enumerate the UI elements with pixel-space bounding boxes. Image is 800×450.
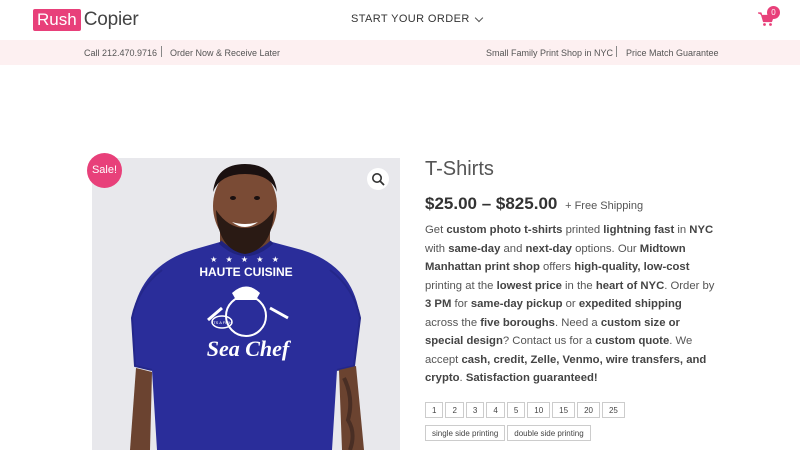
quantity-option-5[interactable]: 5	[506, 402, 526, 418]
description-segment: with	[425, 242, 449, 255]
start-order-menu[interactable]: START YOUR ORDER	[351, 13, 483, 25]
description-segment: NYC	[689, 224, 714, 236]
description-segment: lightning fast	[603, 224, 675, 236]
description-segment: same-day	[448, 242, 501, 255]
phone-link[interactable]: Call 212.470.9716	[84, 48, 157, 58]
divider	[616, 46, 617, 57]
description-segment: in the	[561, 279, 596, 292]
description-segment: Satisfaction guaranteed!	[465, 372, 598, 384]
description-segment: printed	[562, 224, 604, 236]
price-text: $25.00 – $825.00	[425, 194, 558, 213]
quantity-option-10[interactable]: 10	[527, 402, 551, 418]
description-segment: 3 PM	[425, 298, 452, 310]
zoom-button[interactable]	[367, 168, 389, 190]
order-now-text: Order Now & Receive Later	[170, 48, 281, 58]
quantity-option-3[interactable]: 3	[465, 402, 485, 418]
shirt-text-small: ITS A FISH	[212, 320, 232, 325]
quantity-option-2[interactable]: 2	[445, 402, 464, 418]
quantity-option-25[interactable]: 25	[601, 402, 625, 418]
description-segment: five boroughs	[480, 316, 555, 329]
description-segment: . Order by	[664, 279, 715, 292]
product-description: Get custom photo t-shirts printed lightn…	[425, 221, 715, 388]
double-side-option[interactable]: double side printing	[507, 425, 591, 441]
description-segment: heart of NYC	[595, 279, 665, 292]
description-segment: options. Our	[571, 242, 640, 255]
description-segment: offers	[539, 261, 575, 273]
description-segment: custom quote	[595, 335, 670, 347]
description-segment: in	[674, 224, 690, 236]
magnifier-icon	[372, 173, 385, 186]
description-segment: . Need a	[554, 316, 601, 329]
quantity-option-4[interactable]: 4	[486, 402, 505, 418]
description-segment: or	[562, 298, 579, 310]
shirt-text-top: HAUTE CUISINE	[199, 265, 292, 279]
quantity-option-15[interactable]: 15	[552, 402, 576, 418]
price-range: $25.00 – $825.00 + Free Shipping	[425, 194, 643, 214]
description-segment: across the	[425, 316, 481, 329]
logo-text: Copier	[83, 9, 139, 30]
quantity-option-1[interactable]: 1	[425, 402, 444, 418]
description-segment: lowest price	[496, 279, 562, 292]
divider	[161, 46, 162, 57]
description-segment: Get	[425, 224, 447, 236]
logo[interactable]: Rush Copier	[33, 9, 139, 31]
family-shop-text: Small Family Print Shop in NYC	[486, 48, 614, 58]
single-side-option[interactable]: single side printing	[425, 425, 506, 441]
description-segment: high-quality, low-cost	[574, 261, 690, 273]
description-segment: for	[451, 298, 471, 310]
start-order-label: START YOUR ORDER	[351, 13, 470, 25]
info-bar: Call 212.470.9716 Order Now & Receive La…	[0, 40, 800, 65]
description-segment: same-day pickup	[470, 298, 563, 310]
quantity-options: 1 2 3 4 5 10 15 20 25	[425, 402, 627, 418]
description-segment: ? Contact us for a	[502, 335, 596, 347]
chevron-down-icon	[474, 13, 483, 22]
price-match-text: Price Match Guarantee	[626, 48, 719, 58]
description-segment: printing at the	[425, 279, 497, 292]
sale-badge: Sale!	[87, 153, 122, 188]
tshirt-model-illustration: ★ ★ ★ ★ ★ HAUTE CUISINE ITS A FISH Sea C…	[130, 164, 364, 450]
free-shipping-text: + Free Shipping	[565, 200, 644, 212]
description-segment: and	[500, 242, 526, 255]
description-segment: custom photo t-shirts	[446, 224, 563, 236]
print-side-options: single side printing double side printing	[425, 425, 593, 441]
shirt-stars: ★ ★ ★ ★ ★	[210, 255, 282, 264]
shirt-text-bottom: Sea Chef	[207, 336, 292, 361]
description-segment: expedited shipping	[578, 298, 682, 310]
site-header: Rush Copier START YOUR ORDER 0	[0, 0, 800, 40]
cart-count-badge: 0	[767, 6, 780, 19]
logo-mark: Rush	[33, 9, 81, 31]
product-title: T-Shirts	[425, 158, 494, 180]
quantity-option-20[interactable]: 20	[577, 402, 600, 418]
product-image[interactable]: ★ ★ ★ ★ ★ HAUTE CUISINE ITS A FISH Sea C…	[92, 158, 400, 450]
description-segment: next-day	[525, 242, 572, 255]
